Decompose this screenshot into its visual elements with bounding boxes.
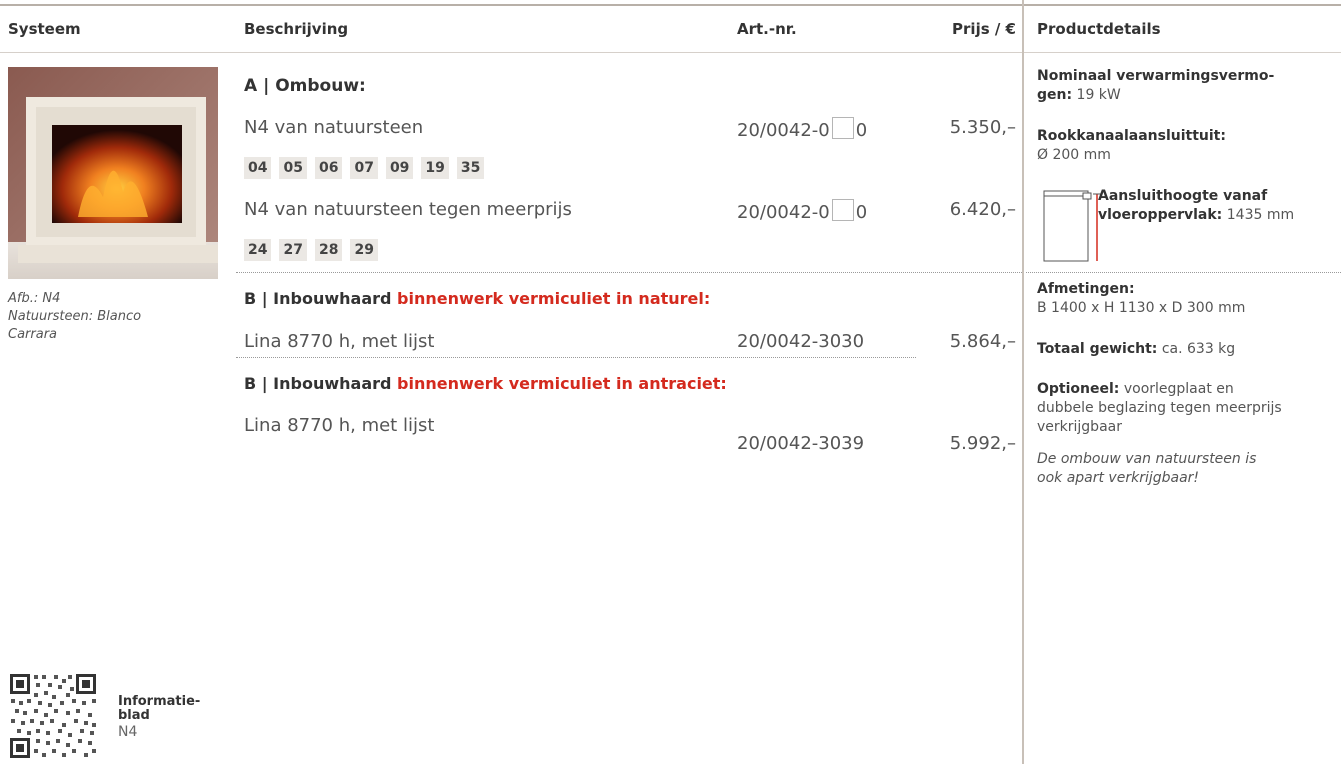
section-b2-title-prefix: B | Inbouwhaard bbox=[244, 374, 398, 393]
section-b2-title-highlight: binnenwerk vermiculiet in antraciet: bbox=[397, 374, 727, 393]
detail-label: gen: bbox=[1037, 87, 1073, 103]
detail-value: 19 kW bbox=[1076, 87, 1121, 103]
article-prefix: 20/0042-0 bbox=[737, 202, 830, 223]
section-b1-title-highlight: binnenwerk vermiculiet in naturel: bbox=[397, 289, 711, 308]
article-prefix: 20/0042-0 bbox=[737, 120, 830, 141]
detail-value: B 1400 x H 1130 x D 300 mm bbox=[1037, 300, 1246, 316]
detail-connection-height: Aansluithoogte vanaf vloeroppervlak: 143… bbox=[1098, 187, 1338, 225]
detail-heating-power: Nominaal verwarmingsvermo- gen: 19 kW bbox=[1037, 67, 1337, 105]
article-suffix: 0 bbox=[855, 202, 868, 223]
detail-label: vloeroppervlak: bbox=[1098, 207, 1223, 223]
caption-line: Afb.: N4 bbox=[8, 291, 61, 306]
detail-flue-connection: Rookkanaalaansluittuit: Ø 200 mm bbox=[1037, 127, 1337, 165]
detail-value: Ø 200 mm bbox=[1037, 147, 1111, 163]
detail-weight: Totaal gewicht: ca. 633 kg bbox=[1037, 340, 1337, 359]
note-line: ook apart verkrijgbaar! bbox=[1037, 470, 1200, 486]
color-chip: 27 bbox=[279, 239, 307, 261]
caption-line: Carrara bbox=[8, 327, 58, 342]
detail-label: Afmetingen: bbox=[1037, 281, 1135, 297]
info-model: N4 bbox=[118, 724, 138, 740]
variant-code-box[interactable] bbox=[831, 199, 854, 221]
top-rule bbox=[0, 4, 1341, 6]
detail-note: De ombouw van natuursteen is ook apart v… bbox=[1037, 450, 1337, 488]
detail-value: ca. 633 kg bbox=[1161, 341, 1236, 357]
color-chip: 05 bbox=[279, 157, 307, 179]
detail-label: Optioneel: bbox=[1037, 381, 1120, 397]
color-chips-a1: 04 05 06 07 09 19 35 bbox=[244, 157, 492, 179]
info-label-line: blad bbox=[118, 708, 150, 723]
qr-code-icon bbox=[8, 672, 98, 760]
color-chip: 19 bbox=[421, 157, 449, 179]
row-b1-article: 20/0042-3030 bbox=[737, 331, 865, 352]
header-description: Beschrijving bbox=[244, 20, 349, 38]
header-system: Systeem bbox=[8, 20, 81, 38]
row-b2-description: Lina 8770 h, met lijst bbox=[244, 415, 435, 436]
color-chip: 09 bbox=[385, 157, 414, 179]
header-price: Prijs / € bbox=[952, 20, 1016, 38]
header-rule bbox=[0, 52, 1341, 53]
row-b2-price: 5.992,– bbox=[949, 433, 1016, 454]
section-divider bbox=[236, 272, 1022, 273]
fireplace-image bbox=[8, 67, 218, 279]
caption-line: Natuursteen: Blanco bbox=[8, 309, 142, 324]
detail-optional: Optioneel: voorlegplaat en dubbele begla… bbox=[1037, 380, 1337, 437]
section-a-title: A | Ombouw: bbox=[244, 76, 366, 96]
detail-value: dubbele beglazing tegen meerprijs bbox=[1037, 400, 1282, 416]
row-a2-description: N4 van natuursteen tegen meerprijs bbox=[244, 199, 572, 220]
qr-code[interactable] bbox=[8, 672, 98, 764]
color-chip: 29 bbox=[350, 239, 378, 261]
color-chip: 28 bbox=[314, 239, 343, 261]
section-b1-title-prefix: B | Inbouwhaard bbox=[244, 289, 398, 308]
color-chip: 07 bbox=[350, 157, 378, 179]
variant-code-box[interactable] bbox=[831, 117, 854, 139]
connection-height-diagram bbox=[1043, 188, 1105, 266]
row-divider bbox=[236, 357, 916, 358]
row-b2-article: 20/0042-3039 bbox=[737, 433, 865, 454]
color-chips-a2: 24 27 28 29 bbox=[244, 239, 386, 261]
details-divider-dotted bbox=[1026, 272, 1341, 273]
detail-dimensions: Afmetingen: B 1400 x H 1130 x D 300 mm bbox=[1037, 280, 1337, 318]
row-b1-description: Lina 8770 h, met lijst bbox=[244, 331, 435, 352]
info-sheet-label: Informatie- blad N4 bbox=[118, 694, 201, 740]
article-suffix: 0 bbox=[855, 120, 868, 141]
color-chip: 06 bbox=[314, 157, 343, 179]
section-b1-title: B | Inbouwhaard binnenwerk vermiculiet i… bbox=[244, 289, 710, 308]
row-a2-article: 20/0042-0 0 bbox=[737, 199, 867, 223]
detail-label: Totaal gewicht: bbox=[1037, 341, 1158, 357]
image-caption: Afb.: N4 Natuursteen: Blanco Carrara bbox=[8, 290, 141, 344]
note-line: De ombouw van natuursteen is bbox=[1037, 451, 1257, 467]
detail-value: verkrijgbaar bbox=[1037, 419, 1122, 435]
row-a1-description: N4 van natuursteen bbox=[244, 117, 424, 138]
row-a1-price: 5.350,– bbox=[949, 117, 1016, 138]
row-b1-price: 5.864,– bbox=[949, 331, 1016, 352]
color-chip: 35 bbox=[456, 157, 485, 179]
detail-value: voorlegplaat en bbox=[1123, 381, 1234, 397]
detail-label: Aansluithoogte vanaf bbox=[1098, 188, 1268, 204]
details-divider bbox=[1022, 0, 1024, 764]
row-a1-article: 20/0042-0 0 bbox=[737, 117, 867, 141]
color-chip: 04 bbox=[244, 157, 272, 179]
detail-label: Nominaal verwarmingsvermo- bbox=[1037, 68, 1275, 84]
color-chip: 24 bbox=[244, 239, 272, 261]
header-product-details: Productdetails bbox=[1037, 20, 1161, 38]
row-a2-price: 6.420,– bbox=[949, 199, 1016, 220]
header-article-number: Art.-nr. bbox=[737, 20, 797, 38]
detail-value: 1435 mm bbox=[1226, 207, 1295, 223]
detail-label: Rookkanaalaansluittuit: bbox=[1037, 128, 1226, 144]
section-b2-title: B | Inbouwhaard binnenwerk vermiculiet i… bbox=[244, 374, 727, 393]
info-label-line: Informatie- bbox=[118, 694, 201, 709]
